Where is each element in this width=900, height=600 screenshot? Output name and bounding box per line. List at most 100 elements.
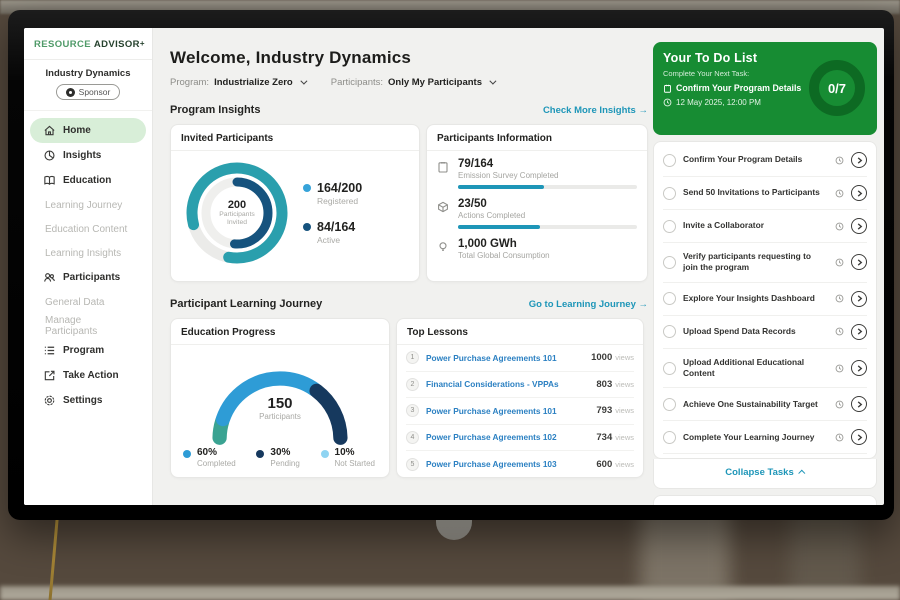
- task-go-button[interactable]: [851, 324, 867, 340]
- collapse-tasks-link[interactable]: Collapse Tasks: [663, 459, 867, 484]
- legend-item: 60% Completed: [183, 447, 236, 468]
- lesson-link[interactable]: Power Purchase Agreements 102: [426, 432, 589, 442]
- sidebar-item-participants[interactable]: Participants: [30, 265, 146, 290]
- lesson-row[interactable]: 1 Power Purchase Agreements 101 1000view…: [406, 345, 634, 372]
- insights-cards-row: Invited Participants 200: [170, 124, 653, 282]
- sidebar-item-program[interactable]: Program: [30, 338, 146, 363]
- task-go-button[interactable]: [851, 254, 867, 270]
- lesson-row[interactable]: 2 Financial Considerations - VPPAs 803vi…: [406, 372, 634, 399]
- todo-hero-card: Your To Do List Complete Your Next Task:…: [653, 42, 877, 135]
- sidebar-item-home[interactable]: Home: [30, 118, 146, 143]
- page-title: Welcome, Industry Dynamics: [170, 48, 653, 68]
- sidebar-item-insights[interactable]: Insights: [30, 143, 146, 168]
- task-upload-spend-data-records[interactable]: Upload Spend Data Records: [663, 316, 867, 349]
- lesson-rank: 3: [406, 404, 419, 417]
- program-filter[interactable]: Program: Industrialize Zero: [170, 77, 305, 88]
- invited-participants-title: Invited Participants: [171, 125, 419, 151]
- settings-icon: [43, 394, 56, 407]
- education-gauge-chart: 150 Participants: [196, 355, 364, 441]
- clipboard-icon: [663, 84, 672, 93]
- sidebar-item-general-data[interactable]: General Data: [30, 290, 146, 314]
- task-confirm-your-program-details[interactable]: Confirm Your Program Details: [663, 144, 867, 177]
- lesson-row[interactable]: 4 Power Purchase Agreements 102 734views: [406, 425, 634, 452]
- invited-legend: 164/200 Registered 84/164: [303, 181, 362, 245]
- lesson-link[interactable]: Power Purchase Agreements 103: [426, 459, 589, 469]
- task-checkbox[interactable]: [663, 292, 676, 305]
- task-verify-participants-requesting-to-join-the[interactable]: Verify participants requesting to join t…: [663, 243, 867, 283]
- lesson-link[interactable]: Power Purchase Agreements 101: [426, 353, 584, 363]
- education-icon: [43, 174, 56, 187]
- sponsor-icon: [66, 88, 75, 97]
- task-send-50-invitations-to-participants[interactable]: Send 50 Invitations to Participants: [663, 177, 867, 210]
- task-checkbox[interactable]: [663, 325, 676, 338]
- sidebar-item-label: Program: [63, 345, 104, 356]
- learning-journey-title: Participant Learning Journey: [170, 298, 322, 310]
- task-checkbox[interactable]: [663, 398, 676, 411]
- home-icon: [43, 124, 56, 137]
- task-achieve-one-sustainability-target[interactable]: Achieve One Sustainability Target: [663, 388, 867, 421]
- donut-center-label: Participants Invited: [210, 211, 264, 228]
- task-complete-your-learning-journey[interactable]: Complete Your Learning Journey: [663, 421, 867, 454]
- task-checkbox[interactable]: [663, 187, 676, 200]
- participants-icon: [43, 271, 56, 284]
- task-checkbox[interactable]: [663, 154, 676, 167]
- stat-row: 1,000 GWh Total Global Consumption: [437, 238, 637, 260]
- lesson-row[interactable]: 5 Power Purchase Agreements 103 600views: [406, 451, 634, 478]
- progress-bar: [458, 185, 637, 189]
- legend-dot: [303, 223, 311, 231]
- sidebar-item-label: Learning Journey: [45, 200, 122, 211]
- monitor-bezel: RESOURCE ADVISOR+ Industry Dynamics Spon…: [8, 10, 894, 520]
- lesson-link[interactable]: Power Purchase Agreements 101: [426, 406, 589, 416]
- task-upload-additional-educational-content[interactable]: Upload Additional Educational Content: [663, 349, 867, 389]
- sidebar-item-label: Settings: [63, 395, 102, 406]
- task-go-button[interactable]: [851, 218, 867, 234]
- task-label: Verify participants requesting to join t…: [683, 251, 828, 274]
- insights-icon: [43, 149, 56, 162]
- task-checkbox[interactable]: [663, 362, 676, 375]
- participants-information-card: Participants Information 79/164 Emission…: [426, 124, 648, 282]
- task-explore-your-insights-dashboard[interactable]: Explore Your Insights Dashboard: [663, 283, 867, 316]
- participants-filter[interactable]: Participants: Only My Participants: [331, 77, 494, 88]
- sidebar-item-education[interactable]: Education: [30, 168, 146, 193]
- task-go-button[interactable]: [851, 360, 867, 376]
- sidebar-item-learning-journey[interactable]: Learning Journey: [30, 193, 146, 217]
- main-content: Welcome, Industry Dynamics Program: Indu…: [153, 28, 653, 505]
- gauge-center-value: 150: [196, 395, 364, 412]
- todo-counter: 0/7: [807, 58, 867, 118]
- task-go-button[interactable]: [851, 291, 867, 307]
- go-to-learning-journey-link[interactable]: Go to Learning Journey →: [529, 299, 648, 310]
- clock-icon: [835, 189, 844, 198]
- task-go-button[interactable]: [851, 396, 867, 412]
- sidebar-item-label: Learning Insights: [45, 248, 121, 259]
- sidebar-item-manage-participants[interactable]: Manage Participants: [30, 314, 146, 338]
- task-go-button[interactable]: [851, 429, 867, 445]
- top-lessons-title: Top Lessons: [397, 319, 643, 345]
- task-go-button[interactable]: [851, 185, 867, 201]
- top-lessons-card: Top Lessons 1 Power Purchase Agreements …: [396, 318, 644, 478]
- lesson-link[interactable]: Financial Considerations - VPPAs: [426, 379, 589, 389]
- learning-cards-row: Education Progress 150 Participants: [170, 318, 653, 478]
- sidebar-item-learning-insights[interactable]: Learning Insights: [30, 241, 146, 265]
- sidebar-item-label: Manage Participants: [45, 315, 136, 337]
- participants-filter-label: Participants:: [331, 77, 383, 88]
- donut-center-value: 200: [228, 199, 246, 211]
- task-checkbox[interactable]: [663, 220, 676, 233]
- sidebar-item-label: Education: [63, 175, 111, 186]
- arrow-right-icon: →: [639, 299, 649, 310]
- chevron-up-icon: [798, 470, 805, 477]
- task-checkbox[interactable]: [663, 256, 676, 269]
- lesson-row[interactable]: 3 Power Purchase Agreements 101 793views: [406, 398, 634, 425]
- sidebar-item-take-action[interactable]: Take Action: [30, 363, 146, 388]
- check-more-insights-link[interactable]: Check More Insights →: [543, 105, 648, 116]
- sidebar-item-education-content[interactable]: Education Content: [30, 217, 146, 241]
- task-checkbox[interactable]: [663, 431, 676, 444]
- task-label: Upload Spend Data Records: [683, 326, 828, 337]
- sidebar-menu: Home Insights Education: [24, 111, 152, 420]
- lesson-list: 1 Power Purchase Agreements 101 1000view…: [397, 345, 643, 478]
- task-go-button[interactable]: [851, 152, 867, 168]
- lesson-rank: 1: [406, 351, 419, 364]
- task-invite-a-collaborator[interactable]: Invite a Collaborator: [663, 210, 867, 243]
- sidebar-item-settings[interactable]: Settings: [30, 388, 146, 413]
- sponsor-badge[interactable]: Sponsor: [56, 84, 121, 100]
- sidebar-item-label: Take Action: [63, 370, 119, 381]
